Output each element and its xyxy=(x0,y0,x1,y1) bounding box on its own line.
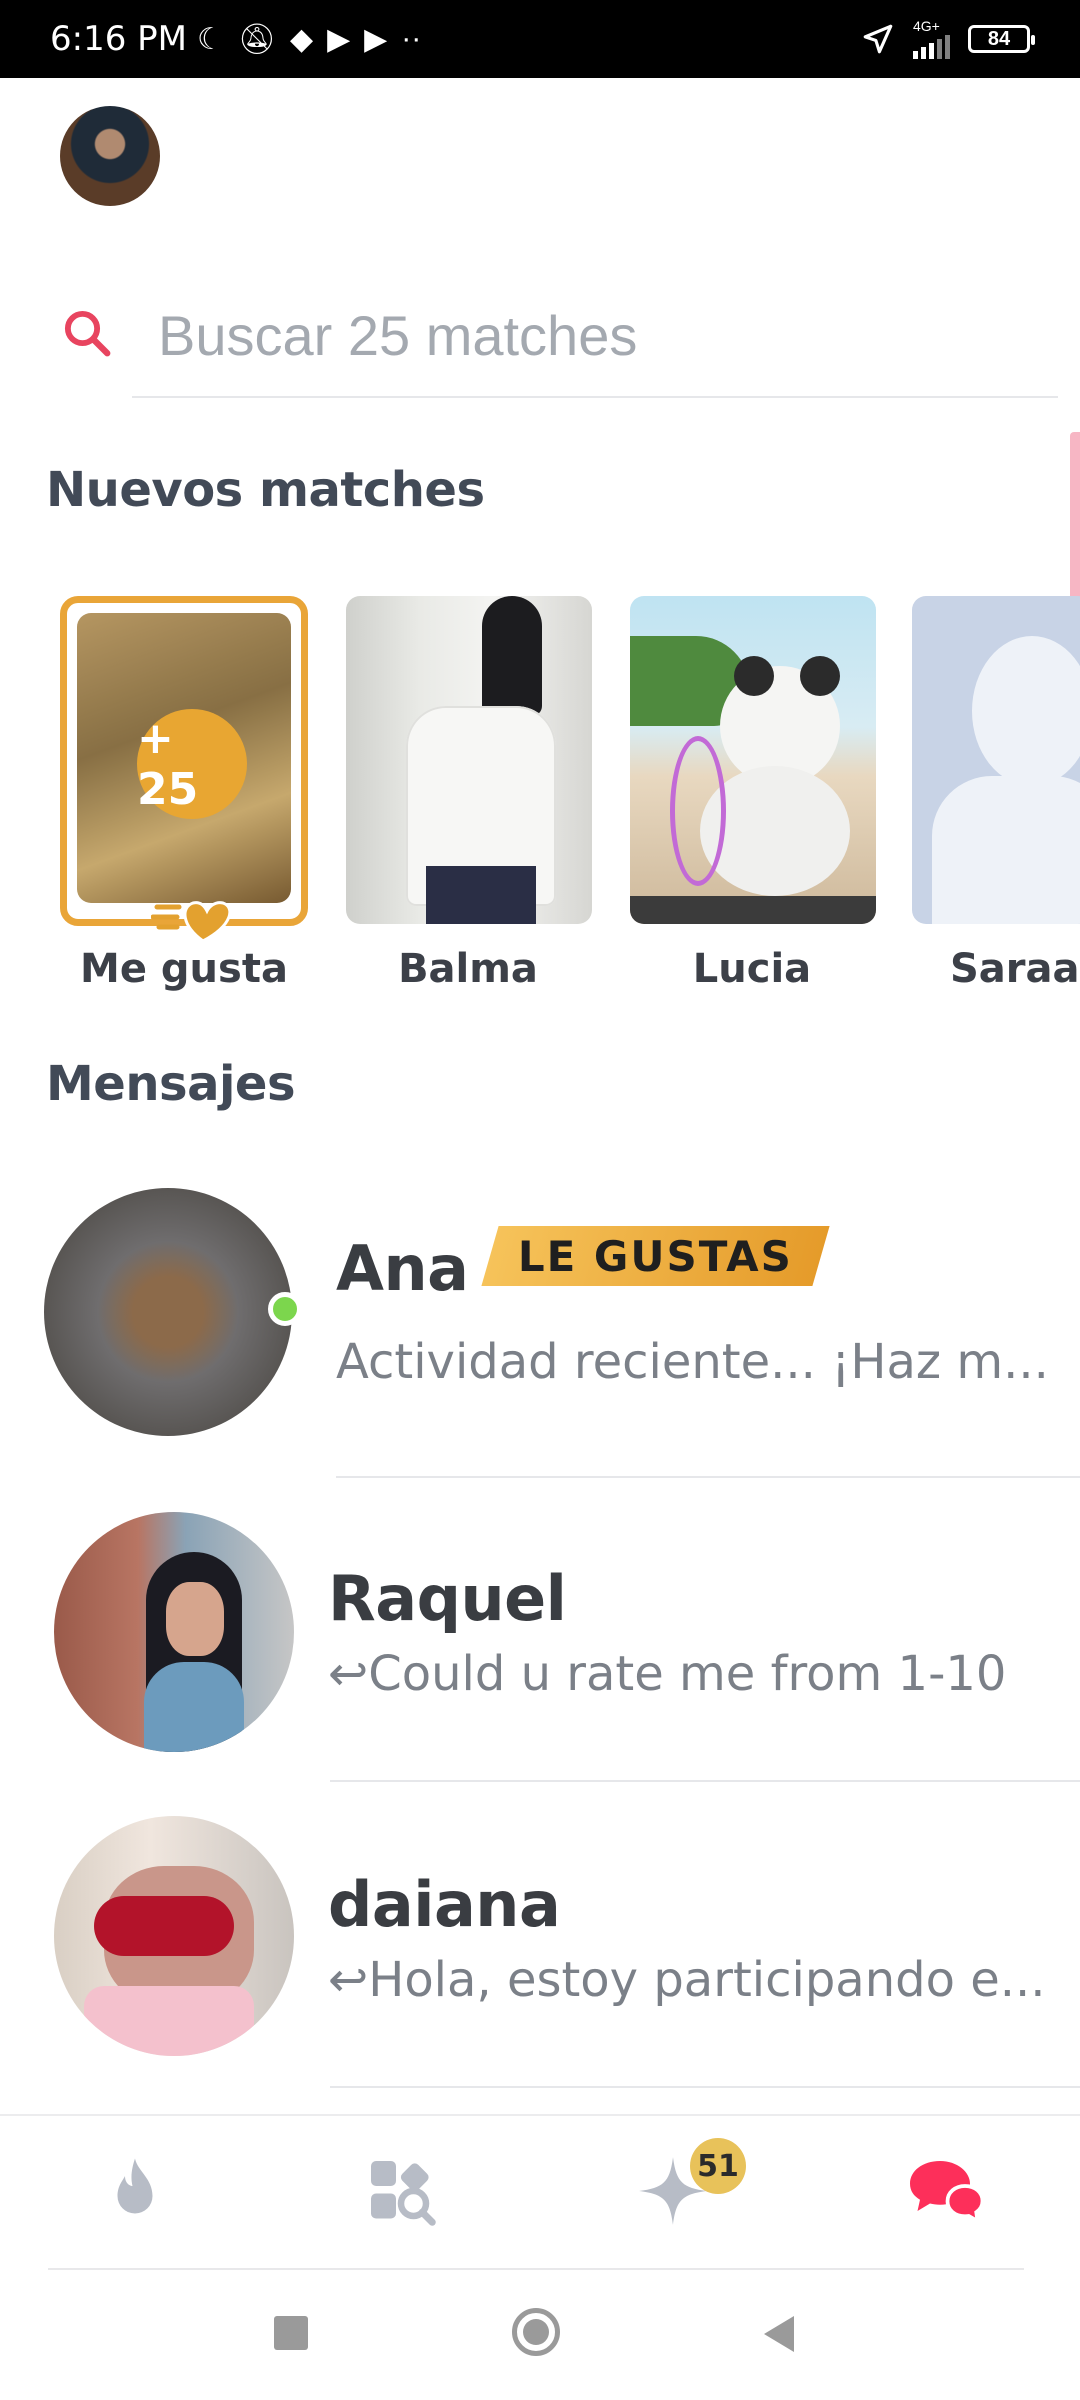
home-button[interactable] xyxy=(512,2308,560,2356)
battery-level: 84 xyxy=(987,27,1011,50)
location-arrow-icon xyxy=(863,24,893,54)
youtube-icon: ▶ xyxy=(327,22,351,56)
contact-name: daiana xyxy=(328,1868,561,1941)
recents-button[interactable] xyxy=(274,2316,308,2350)
profile-avatar[interactable] xyxy=(60,106,160,206)
chat-icon xyxy=(910,2161,985,2225)
message-preview: ↩Hola, estoy participando e... xyxy=(328,1952,1046,2008)
online-indicator xyxy=(268,1292,302,1326)
contact-name: Ana xyxy=(336,1232,469,1305)
search-icon xyxy=(64,310,111,357)
match-name-balma: Balma xyxy=(398,946,538,992)
divider xyxy=(336,1476,1080,1478)
search-input[interactable] xyxy=(156,302,1020,368)
youtube-icon: ▶ xyxy=(364,22,388,56)
new-matches-heading: Nuevos matches xyxy=(46,462,485,518)
flame-icon xyxy=(117,2158,153,2214)
gamepad-icon: ◆ xyxy=(290,22,314,56)
battery-icon: 84 xyxy=(968,25,1035,53)
status-time: 6:16 PM xyxy=(50,19,187,59)
divider xyxy=(330,1780,1080,1782)
nav-explore[interactable] xyxy=(356,2146,446,2236)
square-icon xyxy=(274,2316,308,2350)
message-preview: ↩Could u rate me from 1-10 xyxy=(328,1646,1007,1702)
avatar xyxy=(54,1512,294,1752)
status-bar: 6:16 PM ☾ 🔕︎ ◆ ▶ ▶ ·· 4G+ 84 xyxy=(0,0,1080,78)
match-card-lucia[interactable] xyxy=(630,596,876,924)
bottom-nav: 51 xyxy=(0,2114,1080,2272)
likes-card-label: Me gusta xyxy=(80,946,288,992)
nav-swipe[interactable] xyxy=(90,2146,180,2236)
gold-heart-icon xyxy=(151,901,232,943)
le-gustas-badge: LE GUSTAS xyxy=(481,1226,830,1286)
match-name-saraa: Saraa xyxy=(950,946,1080,992)
divider xyxy=(330,2086,1080,2088)
moon-icon: ☾ xyxy=(197,22,224,56)
match-card-saraa[interactable] xyxy=(912,596,1080,924)
system-nav-bar xyxy=(0,2272,1080,2400)
likes-count-badge: + 25 xyxy=(137,709,247,819)
avatar xyxy=(54,1816,294,2056)
back-triangle-icon xyxy=(764,2316,794,2352)
nav-divider xyxy=(48,2268,1024,2270)
mute-icon: 🔕︎ xyxy=(237,22,276,56)
gold-badge: 51 xyxy=(690,2138,746,2194)
messages-heading: Mensajes xyxy=(46,1056,296,1112)
message-preview: Actividad reciente... ¡Haz m... xyxy=(336,1334,1049,1390)
network-type: 4G+ xyxy=(913,18,940,34)
signal-icon xyxy=(913,33,950,59)
contact-name: Raquel xyxy=(328,1562,567,1635)
match-card-balma[interactable] xyxy=(346,596,592,924)
nav-messages[interactable] xyxy=(900,2146,990,2236)
circle-icon xyxy=(512,2308,560,2356)
avatar xyxy=(44,1188,292,1436)
match-name-lucia: Lucia xyxy=(692,946,812,992)
likes-card[interactable]: + 25 xyxy=(60,596,308,943)
explore-icon xyxy=(371,2161,436,2226)
back-button[interactable] xyxy=(760,2314,796,2354)
search-bar xyxy=(64,290,1058,398)
more-dots-icon: ·· xyxy=(401,22,422,55)
